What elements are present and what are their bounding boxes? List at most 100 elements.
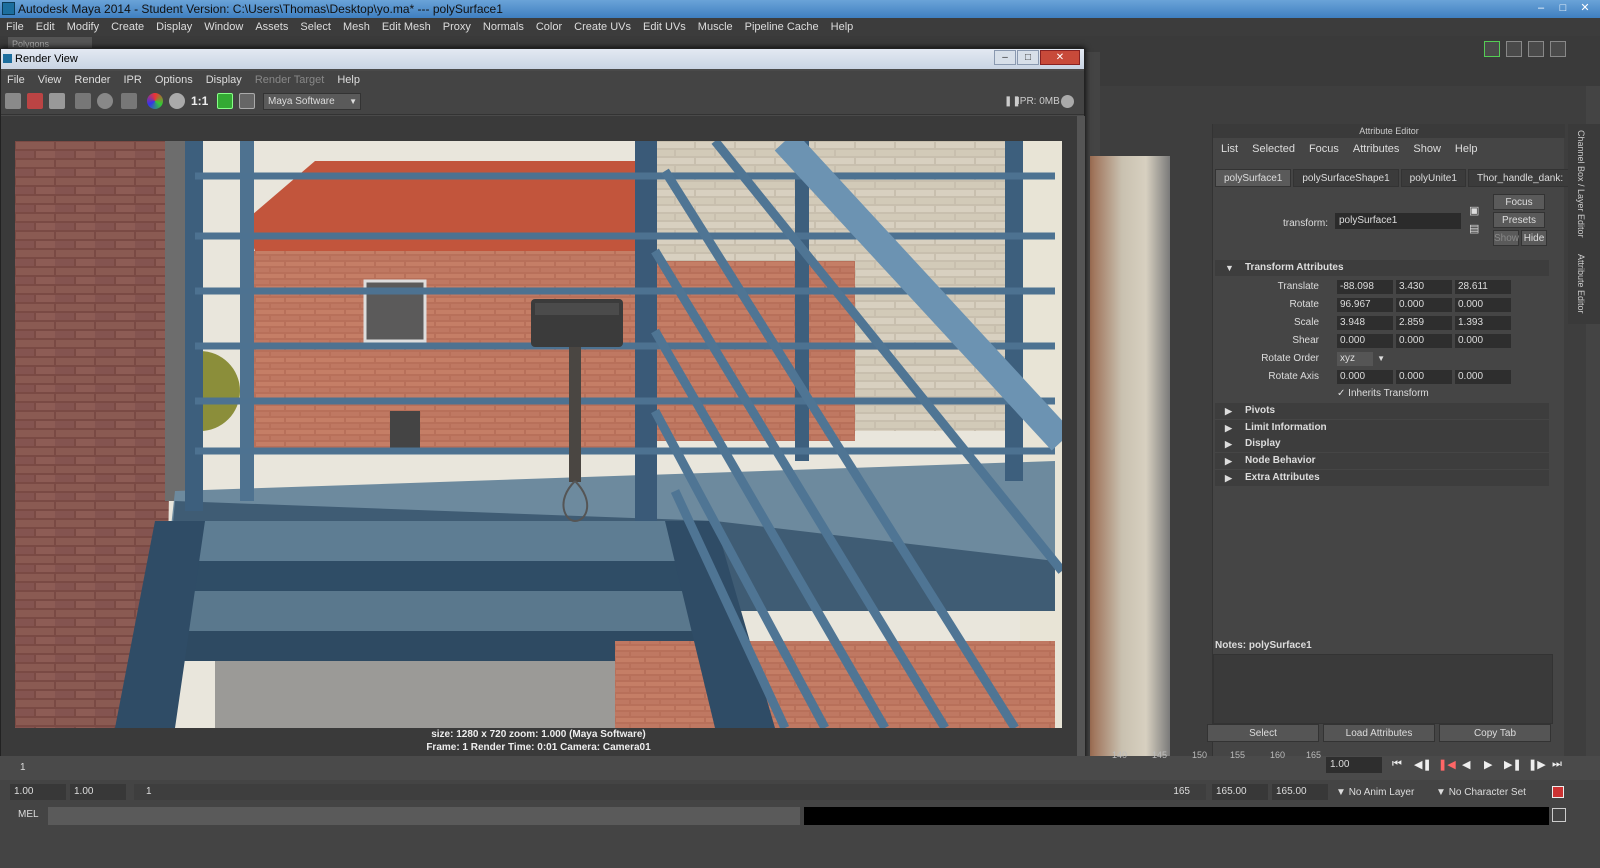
step-back-frame-icon[interactable]: ❚◀ [1438,758,1456,771]
rotate-order-select[interactable]: xyz ▼ [1337,352,1385,366]
current-frame-field[interactable]: 1.00 [1326,757,1382,773]
scale-y-field[interactable]: 2.859 [1396,316,1452,330]
section-node-behavior[interactable]: ▶ Node Behavior [1215,453,1549,469]
menu-proxy[interactable]: Proxy [443,21,471,33]
menu-window[interactable]: Window [204,21,243,33]
ipr-render-icon[interactable] [27,93,43,109]
step-back-key-icon[interactable]: ◀❚ [1414,758,1432,771]
section-extra-attributes[interactable]: ▶ Extra Attributes [1215,470,1549,486]
ae-menu-show[interactable]: Show [1413,143,1441,155]
transform-name-field[interactable]: polySurface1 [1335,213,1461,229]
snapshot-icon[interactable] [49,93,65,109]
go-to-start-icon[interactable]: ⏮ [1392,758,1402,771]
script-editor-icon[interactable] [1552,808,1566,822]
mel-label[interactable]: MEL [18,809,39,820]
menu-mesh[interactable]: Mesh [343,21,370,33]
render-region-icon[interactable] [75,93,91,109]
menu-color[interactable]: Color [536,21,562,33]
tab-polysurface1[interactable]: polySurface1 [1215,169,1292,187]
redo-render-icon[interactable] [5,93,21,109]
focus-button[interactable]: Focus [1493,194,1545,210]
animation-end-field[interactable]: 165.00 [1272,784,1328,800]
playback-start-field[interactable]: 1.00 [70,784,126,800]
inherits-transform-checkbox[interactable]: ✓ Inherits Transform [1337,388,1429,399]
show-button[interactable]: Show [1493,230,1519,246]
shear-x-field[interactable]: 0.000 [1337,334,1393,348]
section-display[interactable]: ▶ Display [1215,436,1549,452]
playback-end-field[interactable]: 165.00 [1212,784,1268,800]
ae-menu-list[interactable]: List [1221,143,1238,155]
mel-input-field[interactable] [48,807,800,825]
channel-box-tab[interactable]: Channel Box / Layer Editor [1576,130,1586,238]
display-image-icon[interactable] [217,93,233,109]
menu-help[interactable]: Help [831,21,854,33]
translate-x-field[interactable]: -88.098 [1337,280,1393,294]
ae-menu-help[interactable]: Help [1455,143,1478,155]
shear-y-field[interactable]: 0.000 [1396,334,1452,348]
ae-menu-focus[interactable]: Focus [1309,143,1339,155]
step-forward-frame-icon[interactable]: ▶❚ [1504,758,1522,771]
real-size-button[interactable]: 1:1 [191,94,208,108]
menu-display[interactable]: Display [156,21,192,33]
rotate-y-field[interactable]: 0.000 [1396,298,1452,312]
keep-image-icon[interactable] [121,93,137,109]
maximize-icon[interactable]: □ [1017,50,1039,65]
scale-z-field[interactable]: 1.393 [1455,316,1511,330]
select-button[interactable]: Select [1207,724,1319,742]
presets-button[interactable]: Presets [1493,212,1545,228]
animation-start-field[interactable]: 1.00 [10,784,66,800]
channel-box-icon[interactable] [1506,41,1522,57]
close-icon[interactable]: ✕ [1576,1,1594,16]
load-attributes-button[interactable]: Load Attributes [1323,724,1435,742]
hide-button[interactable]: Hide [1521,230,1547,246]
scale-x-field[interactable]: 3.948 [1337,316,1393,330]
menu-edit[interactable]: Edit [36,21,55,33]
rv-menu-render[interactable]: Render [74,74,110,86]
rv-menu-options[interactable]: Options [155,74,193,86]
menu-file[interactable]: File [6,21,24,33]
rotate-axis-y-field[interactable]: 0.000 [1396,370,1452,384]
menu-edit-mesh[interactable]: Edit Mesh [382,21,431,33]
menu-assets[interactable]: Assets [255,21,288,33]
attribute-editor-tab[interactable]: Attribute Editor [1576,254,1586,314]
tab-polysurfaceshape1[interactable]: polySurfaceShape1 [1293,169,1399,187]
tab-polyunite1[interactable]: polyUnite1 [1400,169,1466,187]
outliner-icon[interactable] [1528,41,1544,57]
section-limit-information[interactable]: ▶ Limit Information [1215,420,1549,436]
rotate-z-field[interactable]: 0.000 [1455,298,1511,312]
go-to-input-icon[interactable]: ▣ [1469,204,1479,217]
layout-icon[interactable] [1484,41,1500,57]
copy-tab-button[interactable]: Copy Tab [1439,724,1551,742]
alpha-channel-icon[interactable] [169,93,185,109]
vertical-scrollbar[interactable] [1077,116,1085,764]
menu-create-uvs[interactable]: Create UVs [574,21,631,33]
ae-menu-selected[interactable]: Selected [1252,143,1295,155]
go-to-end-icon[interactable]: ⏭ [1552,758,1562,771]
menu-edit-uvs[interactable]: Edit UVs [643,21,686,33]
rv-menu-display[interactable]: Display [206,74,242,86]
notes-textarea[interactable] [1213,654,1553,724]
rv-menu-file[interactable]: File [7,74,25,86]
rv-menu-view[interactable]: View [38,74,62,86]
menu-modify[interactable]: Modify [67,21,99,33]
rotate-x-field[interactable]: 96.967 [1337,298,1393,312]
refresh-icon[interactable] [97,93,113,109]
menu-muscle[interactable]: Muscle [698,21,733,33]
character-set-dropdown[interactable]: ▼ No Character Set [1436,787,1526,798]
anim-layer-dropdown[interactable]: ▼ No Anim Layer [1336,787,1414,798]
auto-key-icon[interactable] [1552,786,1564,798]
minimize-icon[interactable]: – [1532,1,1550,16]
rotate-axis-x-field[interactable]: 0.000 [1337,370,1393,384]
close-icon[interactable]: ✕ [1040,50,1080,65]
menu-normals[interactable]: Normals [483,21,524,33]
rv-menu-render-target[interactable]: Render Target [255,74,325,86]
rgb-channels-icon[interactable] [147,93,163,109]
ae-menu-attributes[interactable]: Attributes [1353,143,1399,155]
translate-y-field[interactable]: 3.430 [1396,280,1452,294]
rotate-axis-z-field[interactable]: 0.000 [1455,370,1511,384]
play-forward-icon[interactable]: ▶ [1484,758,1492,771]
menu-select[interactable]: Select [300,21,331,33]
minimize-icon[interactable]: – [994,50,1016,65]
tab-thor-handle[interactable]: Thor_handle_dank: [1467,169,1573,187]
section-transform-attributes[interactable]: ▼ Transform Attributes [1215,260,1549,276]
